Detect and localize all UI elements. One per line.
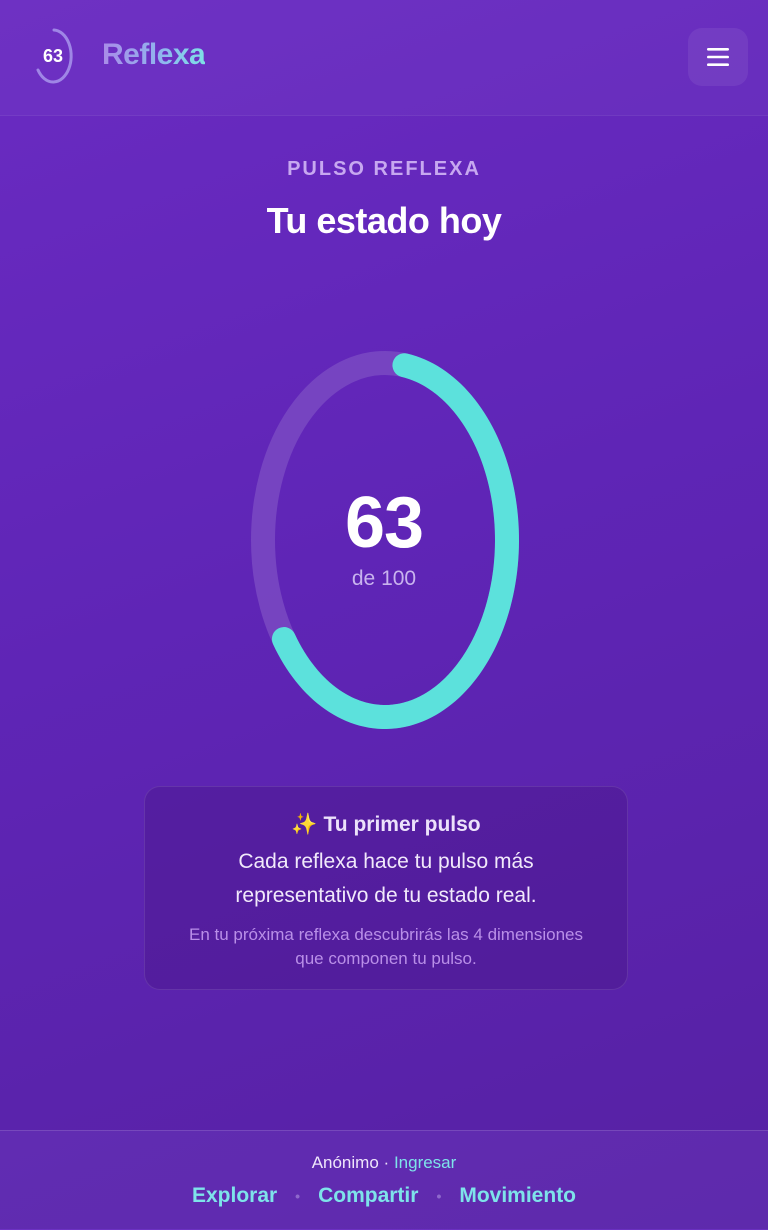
page-title: Tu estado hoy [266,200,502,241]
nav-compartir-link[interactable]: Compartir [318,1184,418,1208]
card-body: Cada reflexa hace tu pulso más represent… [235,850,537,907]
nav-explorar-link[interactable]: Explorar [192,1184,277,1208]
nav-movimiento-link[interactable]: Movimiento [459,1184,576,1208]
app-header: 63 Reflexa [0,0,768,116]
card-note: En tu próxima reflexa descubrirás las 4 … [188,925,584,968]
login-link[interactable]: Ingresar [394,1153,456,1172]
logo-badge[interactable]: 63 [28,24,84,88]
user-status: Anónimo [311,1153,379,1172]
auth-separator: · [383,1153,390,1172]
footer-nav: Explorar • Compartir • Movimiento [0,1184,768,1208]
menu-button[interactable] [688,28,748,86]
auth-line: Anónimo · Ingresar [0,1153,768,1173]
score-suffix: de 100 [351,567,417,590]
score-value: 63 [344,483,424,563]
card-title-text: Tu primer pulso [323,813,481,836]
app-footer: Anónimo · Ingresar Explorar • Compartir … [0,1130,768,1230]
hamburger-menu-icon [707,48,729,66]
nav-separator: • [295,1188,301,1204]
sparkles-icon: ✨ [291,813,318,836]
brand-name[interactable]: Reflexa [102,38,206,72]
card-title: ✨ Tu primer pulso [145,813,627,837]
first-pulse-card: ✨ Tu primer pulso Cada reflexa hace tu pu… [144,786,628,990]
logo-score: 63 [42,45,64,66]
nav-separator: • [436,1188,442,1204]
section-eyebrow: PULSO REFLEXA [287,158,481,180]
